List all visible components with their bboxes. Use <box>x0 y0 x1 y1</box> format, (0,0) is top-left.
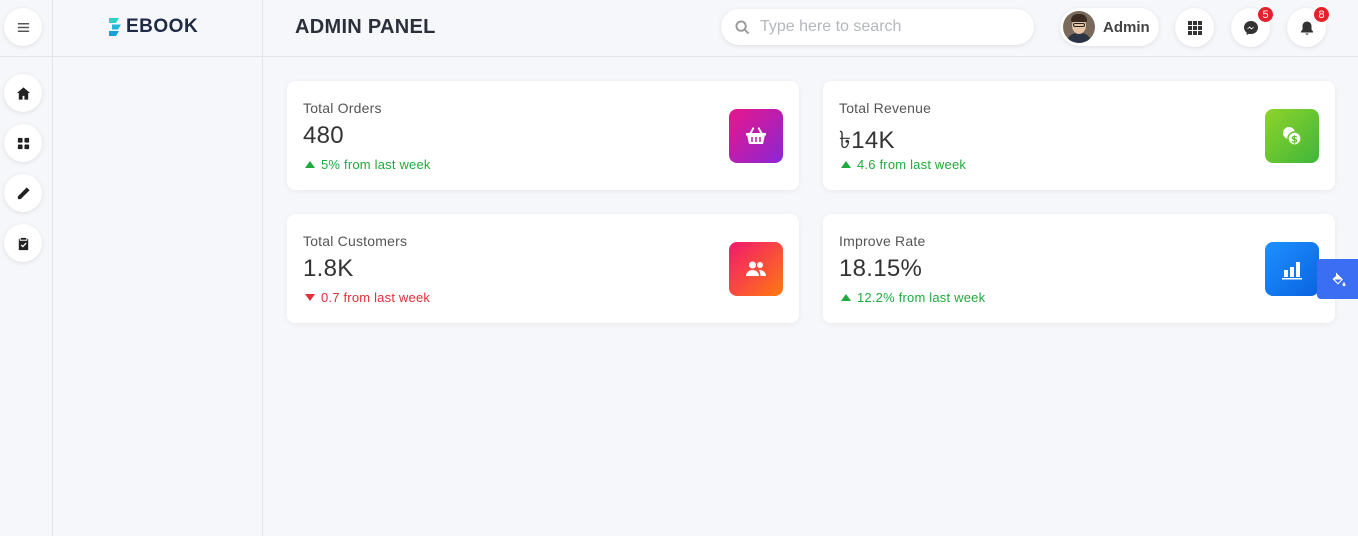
stat-label: Total Customers <box>303 233 408 249</box>
user-menu[interactable]: Admin <box>1060 8 1159 46</box>
stat-trend: 12.2% from last week <box>841 290 985 305</box>
stat-trend-text: 4.6 from last week <box>857 157 967 172</box>
stat-card-total-customers: Total Customers 1.8K 0.7 from last week <box>287 214 799 323</box>
apps-button[interactable] <box>1175 8 1214 47</box>
search-input[interactable] <box>760 18 1020 36</box>
clipboard-icon <box>18 237 28 250</box>
stat-icon-tile <box>729 109 783 163</box>
search-box <box>721 9 1034 45</box>
messages-button[interactable]: 5 <box>1231 6 1274 47</box>
bell-icon <box>1300 21 1313 35</box>
coins-icon: $ <box>1283 127 1302 146</box>
stat-trend: 5% from last week <box>305 157 431 172</box>
paint-bucket-icon <box>1332 272 1345 287</box>
notifications-button[interactable]: 8 <box>1287 6 1330 47</box>
stat-icon-tile <box>1265 242 1319 296</box>
trend-up-icon <box>841 294 851 301</box>
stat-value: 480 <box>303 122 344 149</box>
trend-down-icon <box>305 294 315 301</box>
messages-badge: 5 <box>1257 6 1274 23</box>
stat-card-total-orders: Total Orders 480 5% from last week <box>287 81 799 190</box>
user-name: Admin <box>1103 18 1150 36</box>
users-icon <box>746 261 766 276</box>
side-panel <box>53 0 263 536</box>
theme-customizer-button[interactable] <box>1317 259 1358 299</box>
svg-text:$: $ <box>1291 135 1298 146</box>
stat-label: Improve Rate <box>839 233 926 249</box>
stat-value: 18.15% <box>839 255 923 282</box>
brand-logo[interactable]: EBOOK <box>108 16 198 38</box>
basket-icon <box>746 127 766 144</box>
brand-name: EBOOK <box>126 16 199 37</box>
stat-label: Total Revenue <box>839 100 932 116</box>
rail-item-home[interactable] <box>4 74 42 112</box>
search-icon <box>735 19 750 34</box>
stat-trend-text: 0.7 from last week <box>321 290 431 305</box>
trend-up-icon <box>305 161 315 168</box>
rail-item-grid[interactable] <box>4 124 42 162</box>
avatar <box>1063 11 1095 43</box>
logo-mark-icon <box>109 18 121 36</box>
trend-up-icon <box>841 161 851 168</box>
page-title: ADMIN PANEL <box>295 16 436 38</box>
stat-icon-tile <box>729 242 783 296</box>
stat-trend-text: 12.2% from last week <box>857 290 986 305</box>
stat-card-total-revenue: Total Revenue ৳14K 4.6 from last week $ <box>823 81 1335 190</box>
grid-icon <box>17 137 29 149</box>
stat-value: 1.8K <box>303 255 354 282</box>
stat-card-improve-rate: Improve Rate 18.15% 12.2% from last week <box>823 214 1335 323</box>
rail-item-edit[interactable] <box>4 174 42 212</box>
stat-label: Total Orders <box>303 100 382 116</box>
stat-value: ৳14K <box>839 127 895 154</box>
rail-item-orders[interactable] <box>4 224 42 262</box>
apps-grid-icon <box>1187 20 1202 35</box>
bar-chart-icon <box>1282 262 1302 280</box>
stat-trend: 4.6 from last week <box>841 157 966 172</box>
stat-trend-text: 5% from last week <box>321 157 431 172</box>
home-icon <box>16 86 30 100</box>
pencil-icon <box>17 186 30 199</box>
messenger-icon <box>1243 20 1258 35</box>
notifications-badge: 8 <box>1313 6 1330 23</box>
icon-rail <box>0 0 53 536</box>
stat-icon-tile: $ <box>1265 109 1319 163</box>
stat-trend: 0.7 from last week <box>305 290 430 305</box>
